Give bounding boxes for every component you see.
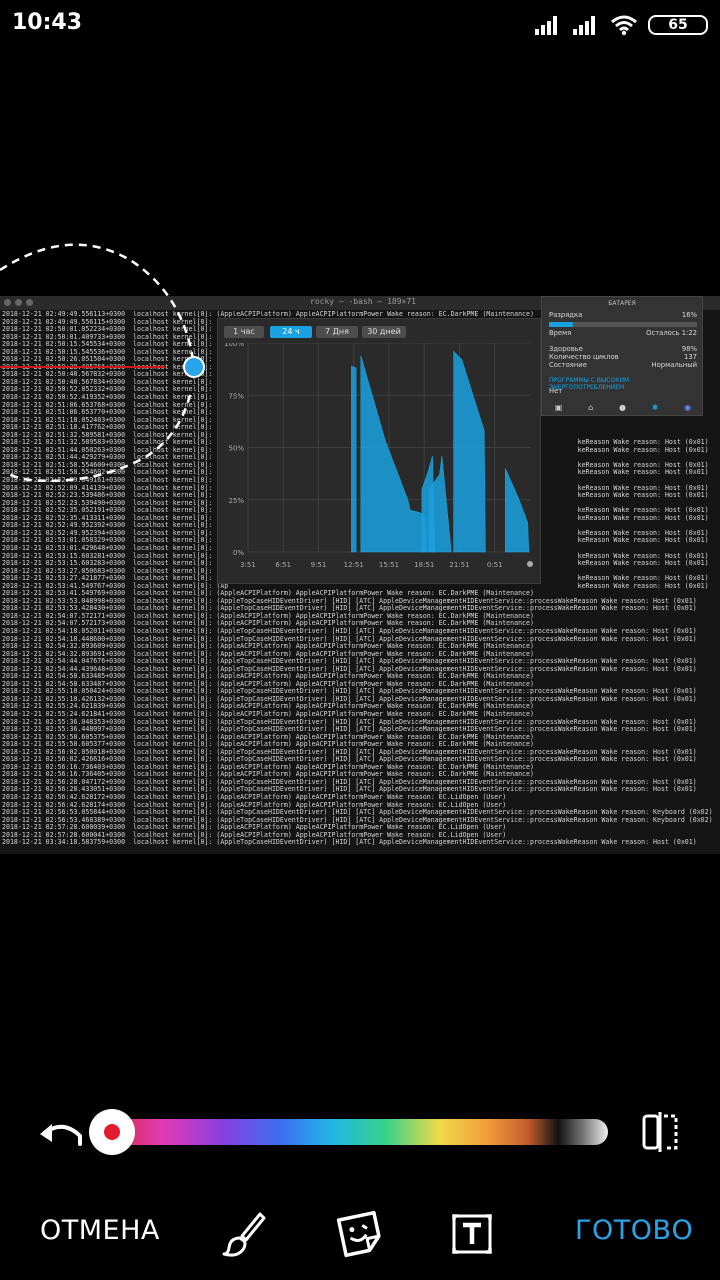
discharge-row: Разрядка 16% [549,311,697,319]
time-label: Время [549,329,572,337]
battery-icon: 65 [648,15,708,35]
terminal-title: rocky — -bash — 189×71 [310,297,416,306]
status-icons: 65 [534,12,708,38]
compare-icon[interactable] [640,1112,680,1152]
state-row: Состояние Нормальный [549,361,697,369]
cycles-value: 137 [684,353,697,361]
monitor-icon: ▣ [554,402,563,412]
network-icon: ⌂ [588,402,594,412]
health-row: Здоровье 98% [549,345,697,353]
x-tick-label: 6:51 [275,561,291,569]
y-tick-label: 0% [233,549,244,557]
selected-color-dot [104,1124,120,1140]
color-slider[interactable] [112,1119,608,1145]
cycles-row: Количество циклов 137 [549,353,697,361]
chart-settings-icon [527,561,533,567]
state-label: Состояние [549,361,587,369]
x-tick-label: 9:51 [311,561,327,569]
x-tick-label: 18:51 [414,561,434,569]
signal-icon [573,16,595,35]
discharge-value: 16% [681,311,697,319]
drag-handle[interactable] [183,356,205,378]
status-time: 10:43 [12,10,83,35]
x-tick-label: 21:51 [449,561,469,569]
x-tick-label: 15:51 [379,561,399,569]
time-value: Осталось 1:22 [646,329,697,337]
tab-24-hours[interactable]: 24 ч [270,326,312,338]
log-line: 2018-12-21 03:34:18.583759+0300 localhos… [2,838,697,847]
popover-title: БАТАРЕЯ [608,300,636,307]
sticker-icon[interactable] [336,1210,384,1258]
battery-area-segment [504,468,530,553]
discharge-label: Разрядка [549,311,583,319]
dashed-stroke [0,243,196,368]
app-icon: ◉ [684,402,692,412]
bluetooth-icon: ✱ [651,402,659,412]
tab-7-days[interactable]: 7 Дня [316,326,358,338]
wifi-icon [611,15,637,36]
signal-icon [535,16,557,35]
battery-popover: БАТАРЕЯ Разрядка 16% Время Осталось 1:22… [541,296,703,416]
battery-chart: 0%25%50%75%100%3:51 6:51 9:51 12:51 15:51 18:… [224,343,533,569]
apps-heading: ПРОГРАММЫ С ВЫСОКИМ ЭНЕРГОПОТРЕБЛЕНИЕМ [549,377,630,391]
color-slider-thumb[interactable] [89,1109,135,1155]
dashed-stroke [4,394,192,483]
state-value: Нормальный [651,361,697,369]
tab-label: 7 Дня [325,327,349,336]
tab-label: 30 дней [367,327,401,336]
battery-level: 65 [668,17,688,33]
text-tool-icon[interactable] [448,1210,496,1258]
battery-area-segment [351,365,357,553]
cancel-button[interactable]: ОТМЕНА [40,1215,160,1246]
done-button[interactable]: ГОТОВО [575,1215,693,1246]
battery-area-segment [453,350,486,553]
tab-label: 24 ч [282,327,300,336]
health-value: 98% [681,345,697,353]
discharge-bar-fill [549,322,573,327]
cycles-label: Количество циклов [549,353,619,361]
undo-icon[interactable] [38,1114,84,1154]
bulb-icon: ● [618,402,626,412]
health-label: Здоровье [549,345,583,353]
apps-none: Нет [549,387,563,395]
x-tick-label: 3:51 [240,561,256,569]
battery-chart-window: 1 час 24 ч 7 Дня 30 дней 0% 25% 50% 75% 100%… [217,318,541,584]
popover-icons: ▣ ⌂ ● ✱ ◉ [542,399,704,415]
brush-icon[interactable] [220,1210,268,1258]
battery-area-segment [360,355,427,553]
tab-30-days[interactable]: 30 дней [362,326,406,338]
x-tick-label: 0:51 [487,561,503,569]
drawing-strokes [0,243,205,483]
discharge-bar [549,322,697,327]
time-row: Время Осталось 1:22 [549,329,697,337]
x-tick-label: 12:51 [344,561,364,569]
